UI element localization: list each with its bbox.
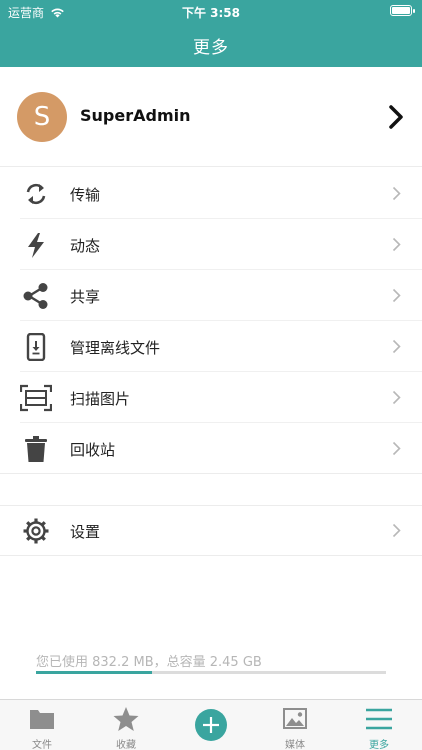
menu-label: 动态 xyxy=(70,237,101,255)
scan-icon xyxy=(20,384,52,412)
chevron-right-icon xyxy=(392,237,401,252)
chevron-right-icon xyxy=(392,186,401,201)
gear-icon xyxy=(23,518,49,544)
menu-item-activity[interactable]: 动态 xyxy=(0,219,422,270)
tab-bar: 文件 收藏 媒体 更多 xyxy=(0,699,422,750)
tab-label: 更多 xyxy=(369,740,389,750)
menu-label: 扫描图片 xyxy=(70,390,131,408)
storage-progress-bar xyxy=(36,671,386,674)
tab-files[interactable]: 文件 xyxy=(0,700,84,750)
trash-icon xyxy=(25,436,47,462)
image-icon xyxy=(283,708,307,729)
menu-item-share[interactable]: 共享 xyxy=(0,270,422,321)
share-icon xyxy=(23,283,48,309)
menu-label: 传输 xyxy=(70,186,101,204)
offline-phone-icon xyxy=(26,333,46,361)
lightning-icon xyxy=(28,233,44,258)
storage-usage-text: 您已使用 832.2 MB，总容量 2.45 GB xyxy=(36,655,262,670)
menu-label: 回收站 xyxy=(70,441,116,459)
menu-item-scan[interactable]: 扫描图片 xyxy=(0,372,422,423)
tab-label: 收藏 xyxy=(116,740,136,750)
menu-label: 管理离线文件 xyxy=(70,339,161,357)
app-header: 运营商 下午 3:58 更多 xyxy=(0,0,422,67)
menu-icon xyxy=(366,708,392,730)
tab-label: 文件 xyxy=(32,740,52,750)
sync-icon xyxy=(26,183,46,205)
menu-item-offline-files[interactable]: 管理离线文件 xyxy=(0,321,422,372)
star-icon xyxy=(113,707,139,731)
chevron-right-icon xyxy=(392,441,401,456)
chevron-right-icon xyxy=(392,339,401,354)
divider xyxy=(0,555,422,556)
menu-item-settings[interactable]: 设置 xyxy=(0,505,422,556)
menu-label: 设置 xyxy=(70,523,101,541)
battery-icon xyxy=(390,5,415,16)
tab-favorites[interactable]: 收藏 xyxy=(84,700,168,750)
chevron-right-icon xyxy=(392,288,401,303)
profile-name: SuperAdmin xyxy=(80,106,191,125)
status-bar: 运营商 下午 3:58 xyxy=(0,0,422,22)
status-time: 下午 3:58 xyxy=(181,6,241,20)
add-icon xyxy=(203,717,219,733)
menu-item-transfer[interactable]: 传输 xyxy=(0,168,422,219)
chevron-right-icon xyxy=(392,523,401,538)
menu-label: 共享 xyxy=(70,288,101,306)
tab-label: 媒体 xyxy=(285,740,305,750)
avatar: S xyxy=(17,92,67,142)
chevron-right-icon xyxy=(392,390,401,405)
divider xyxy=(0,473,422,474)
storage-progress-fill xyxy=(36,671,152,674)
menu-item-recycle-bin[interactable]: 回收站 xyxy=(0,423,422,474)
folder-icon xyxy=(30,710,54,729)
tab-more[interactable]: 更多 xyxy=(337,700,421,750)
add-button[interactable] xyxy=(195,709,227,741)
page-title: 更多 xyxy=(193,38,229,58)
tab-media[interactable]: 媒体 xyxy=(253,700,337,750)
chevron-right-icon xyxy=(389,105,403,129)
profile-row[interactable]: S SuperAdmin xyxy=(0,67,422,167)
